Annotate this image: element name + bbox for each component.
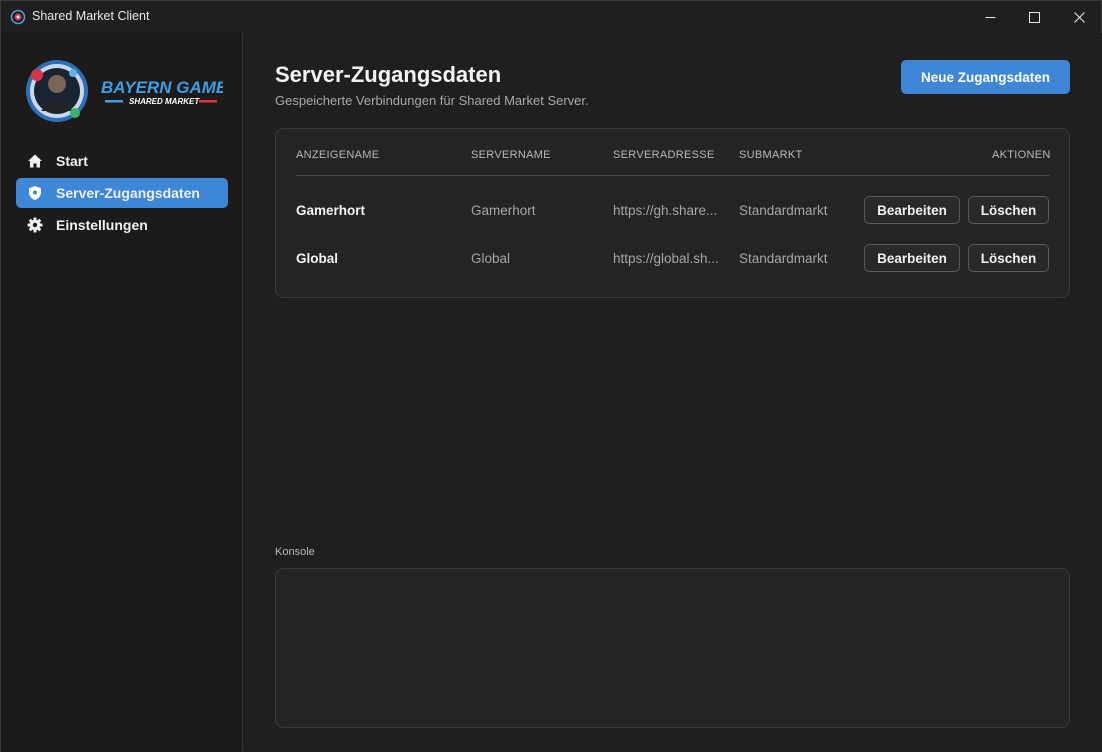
table-row: Global Global https://global.sh... Stand… bbox=[276, 244, 1069, 274]
console-label: Konsole bbox=[275, 546, 315, 558]
window-title: Shared Market Client bbox=[32, 9, 150, 23]
delete-button[interactable]: Löschen bbox=[968, 244, 1049, 272]
gear-icon bbox=[27, 217, 43, 233]
console-output[interactable] bbox=[275, 568, 1070, 728]
cell-display-name: Gamerhort bbox=[296, 203, 366, 218]
shield-icon bbox=[29, 186, 41, 200]
sidebar-item-label: Server-Zugangsdaten bbox=[56, 185, 200, 201]
column-header-server-address: SERVERADRESSE bbox=[613, 149, 715, 161]
home-icon bbox=[28, 154, 42, 168]
sidebar-item-label: Start bbox=[56, 153, 88, 169]
maximize-button[interactable] bbox=[1011, 1, 1057, 33]
sidebar-item-server-zugangsdaten[interactable]: Server-Zugangsdaten bbox=[16, 178, 228, 208]
table-header-divider bbox=[296, 175, 1050, 176]
app-window: Shared Market Client BAYERN GAMERS SHARE… bbox=[0, 0, 1102, 752]
table-row: Gamerhort Gamerhort https://gh.share... … bbox=[276, 196, 1069, 226]
cell-server-name: Global bbox=[471, 251, 511, 266]
delete-button[interactable]: Löschen bbox=[968, 196, 1049, 224]
minimize-button[interactable] bbox=[967, 1, 1013, 33]
credentials-table: ANZEIGENAME SERVERNAME SERVERADRESSE SUB… bbox=[275, 128, 1070, 298]
cell-server-name: Gamerhort bbox=[471, 203, 536, 218]
cell-display-name: Global bbox=[296, 251, 339, 266]
edit-button[interactable]: Bearbeiten bbox=[864, 244, 960, 272]
column-header-display-name: ANZEIGENAME bbox=[296, 149, 380, 161]
edit-button[interactable]: Bearbeiten bbox=[864, 196, 960, 224]
new-credentials-button[interactable]: Neue Zugangsdaten bbox=[901, 60, 1070, 94]
title-bar[interactable]: Shared Market Client bbox=[1, 1, 1101, 33]
svg-text:SHARED MARKET: SHARED MARKET bbox=[129, 97, 200, 106]
svg-text:BAYERN GAMERS: BAYERN GAMERS bbox=[101, 78, 223, 97]
sidebar: BAYERN GAMERS SHARED MARKET Start Server… bbox=[1, 33, 243, 752]
cell-server-address: https://gh.share... bbox=[613, 203, 718, 218]
minimize-icon bbox=[985, 16, 995, 18]
maximize-icon bbox=[1028, 11, 1040, 23]
cell-submarket: Standardmarkt bbox=[739, 203, 828, 218]
sidebar-item-start[interactable]: Start bbox=[16, 146, 228, 176]
bayern-gamers-logo: BAYERN GAMERS SHARED MARKET bbox=[26, 60, 223, 122]
cell-submarket: Standardmarkt bbox=[739, 251, 828, 266]
column-header-server-name: SERVERNAME bbox=[471, 149, 551, 161]
sidebar-item-label: Einstellungen bbox=[56, 217, 148, 233]
cell-server-address: https://global.sh... bbox=[613, 251, 719, 266]
app-icon bbox=[10, 9, 26, 25]
close-button[interactable] bbox=[1056, 1, 1102, 33]
page-title: Server-Zugangsdaten bbox=[275, 62, 502, 87]
sidebar-item-einstellungen[interactable]: Einstellungen bbox=[16, 210, 228, 240]
column-header-actions: AKTIONEN bbox=[992, 149, 1051, 161]
close-icon bbox=[1073, 11, 1085, 23]
main-content: Server-Zugangsdaten Gespeicherte Verbind… bbox=[244, 33, 1102, 752]
column-header-submarket: SUBMARKT bbox=[739, 149, 803, 161]
page-subtitle: Gespeicherte Verbindungen für Shared Mar… bbox=[275, 93, 589, 108]
